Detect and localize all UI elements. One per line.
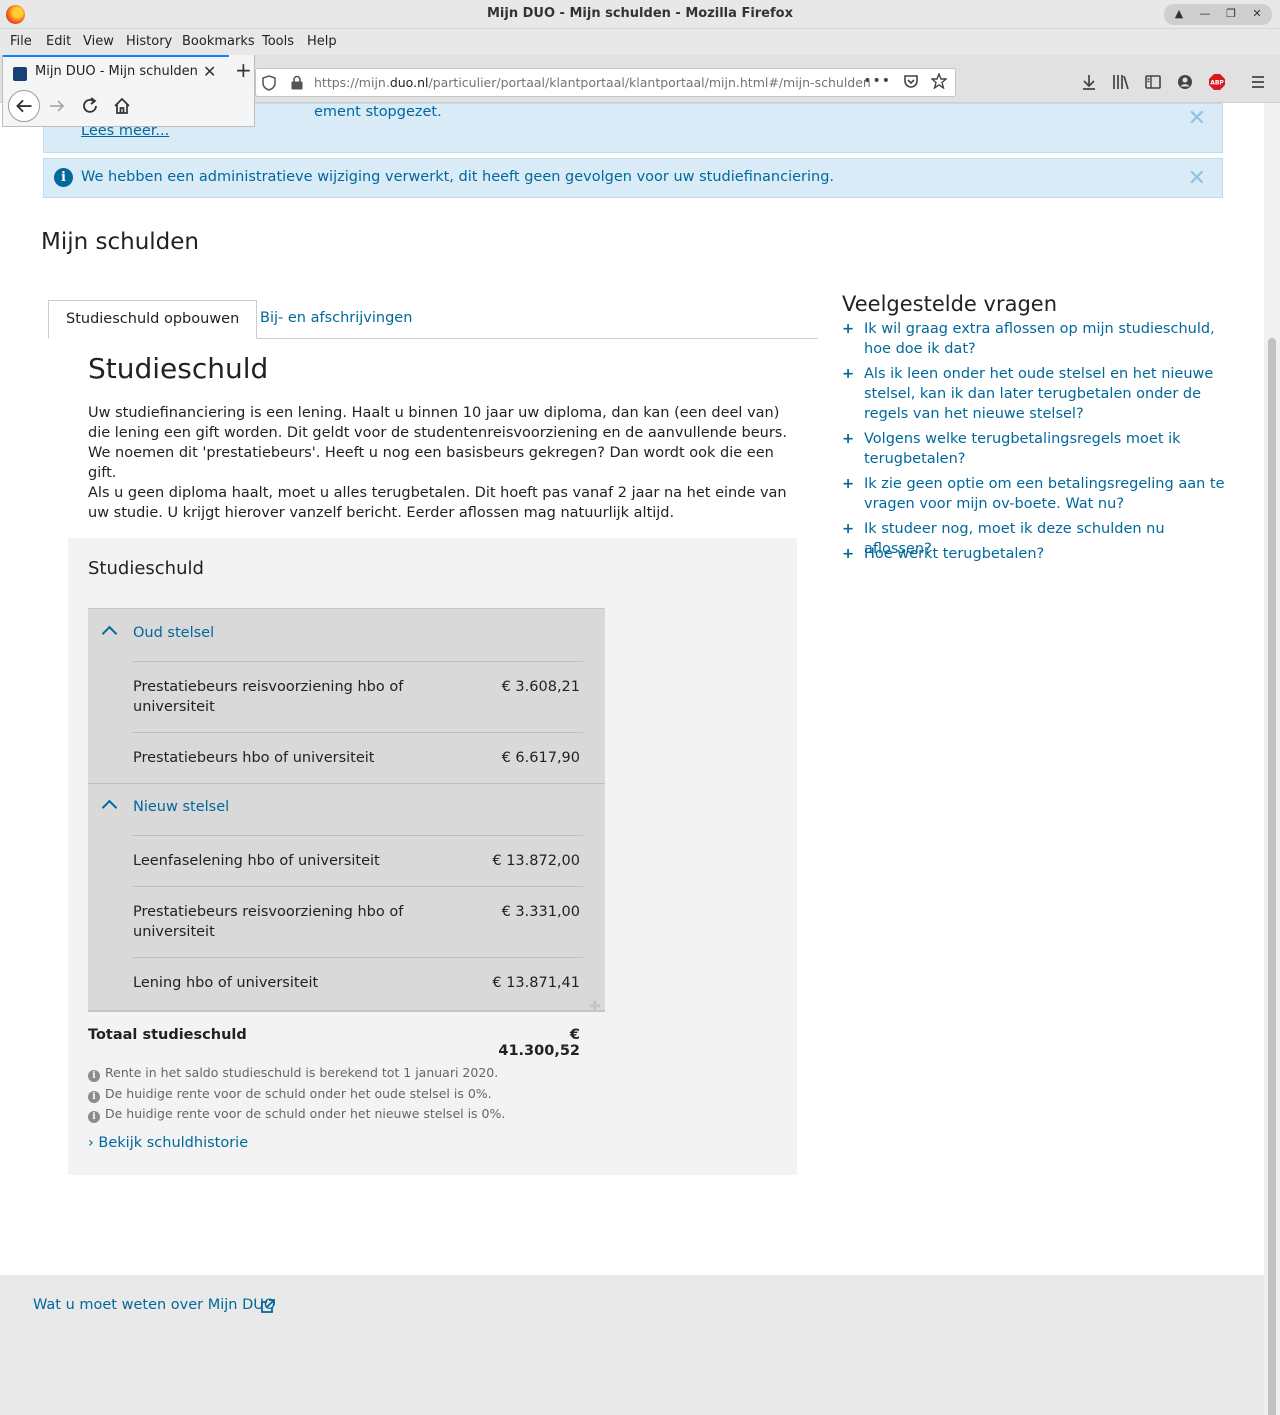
sidebar-icon[interactable]: [1144, 73, 1162, 91]
lock-icon[interactable]: [290, 75, 304, 90]
menu-history[interactable]: History: [126, 34, 172, 49]
duo-favicon-icon: [13, 67, 27, 81]
info-icon: i: [88, 1111, 100, 1123]
chevron-up-icon[interactable]: [101, 625, 118, 642]
plus-icon: +: [842, 321, 855, 337]
debt-row-label: Lening hbo of universiteit: [133, 975, 319, 991]
window-up-icon[interactable]: ▲: [1168, 4, 1190, 24]
interest-note: i Rente in het saldo studieschuld is bere…: [88, 1065, 498, 1082]
tab-close-icon[interactable]: ✕: [203, 62, 216, 81]
group-oud-stelsel[interactable]: Oud stelsel: [88, 609, 605, 661]
footer: Wat u moet weten over Mijn DUO: [0, 1275, 1264, 1415]
chevron-up-icon[interactable]: [101, 799, 118, 816]
tab-strip: Mijn DUO - Mijn schulden ✕ +: [2, 55, 255, 127]
tab-studieschuld-opbouwen[interactable]: Studieschuld opbouwen: [48, 300, 258, 339]
plus-icon: +: [842, 476, 855, 492]
window-minimize-icon[interactable]: —: [1194, 4, 1216, 24]
total-value: € 41.300,52: [498, 1027, 580, 1059]
group-nieuw-stelsel[interactable]: Nieuw stelsel: [88, 783, 605, 835]
plus-icon: +: [842, 521, 855, 537]
menu-bar: File Edit View History Bookmarks Tools H…: [0, 29, 1280, 55]
debt-row-value: € 6.617,90: [501, 750, 580, 766]
plus-icon: +: [842, 431, 855, 447]
chevron-right-icon: ›: [88, 1135, 99, 1151]
content-tabs: Studieschuld opbouwen Bij- en afschrijvi…: [48, 300, 818, 339]
debt-row: Lening hbo of universiteit € 13.871,41: [133, 957, 583, 1011]
resize-plus-icon: ✚: [589, 999, 601, 1015]
menu-bookmarks[interactable]: Bookmarks: [182, 34, 255, 49]
debt-breakdown: Oud stelsel Prestatiebeurs reisvoorzieni…: [88, 608, 605, 1010]
faq-title: Veelgestelde vragen: [842, 292, 1058, 316]
section-heading: Studieschuld: [88, 352, 269, 385]
library-icon[interactable]: [1112, 73, 1130, 91]
debt-row-value: € 13.872,00: [492, 853, 580, 869]
hamburger-menu-icon[interactable]: [1249, 73, 1267, 91]
alert-text: ement stopgezet.: [314, 104, 442, 120]
tab-title[interactable]: Mijn DUO - Mijn schulden: [35, 64, 198, 79]
interest-note: i De huidige rente voor de schuld onder h…: [88, 1106, 505, 1123]
download-icon[interactable]: [1080, 73, 1098, 91]
alert-text: We hebben een administratieve wijziging …: [81, 169, 835, 185]
menu-tools[interactable]: Tools: [262, 34, 294, 49]
adblock-plus-icon[interactable]: ABP: [1208, 73, 1226, 91]
window-close-icon[interactable]: ✕: [1246, 4, 1268, 24]
window-restore-icon[interactable]: ❐: [1220, 4, 1242, 24]
debt-row-label: Leenfaselening hbo of universiteit: [133, 853, 380, 869]
debt-row-value: € 13.871,41: [492, 975, 580, 991]
repayment-paragraph: Als u geen diploma haalt, moet u alles t…: [88, 485, 787, 521]
intro-paragraph: Uw studiefinanciering is een lening. Haa…: [88, 405, 787, 481]
debt-row-value: € 3.608,21: [501, 679, 580, 695]
menu-edit[interactable]: Edit: [46, 34, 71, 49]
page-actions-icon[interactable]: •••: [863, 73, 891, 89]
svg-text:ABP: ABP: [1210, 80, 1224, 87]
bookmark-star-icon[interactable]: [931, 73, 947, 89]
reload-icon[interactable]: [80, 96, 100, 116]
account-icon[interactable]: [1176, 73, 1194, 91]
info-icon: i: [54, 168, 73, 187]
plus-icon: +: [842, 366, 855, 382]
new-tab-icon[interactable]: +: [235, 58, 252, 82]
debt-row-label: Prestatiebeurs hbo of universiteit: [133, 750, 375, 766]
tracking-shield-icon[interactable]: [262, 75, 276, 91]
tab-bij-en-afschrijvingen[interactable]: Bij- en afschrijvingen: [243, 300, 429, 339]
window-title: Mijn DUO - Mijn schulden - Mozilla Firef…: [487, 6, 793, 21]
alert-banner-info: i We hebben een administratieve wijzigin…: [43, 158, 1223, 198]
debt-panel-title: Studieschuld: [88, 558, 204, 579]
page-title: Mijn schulden: [41, 229, 200, 255]
menu-view[interactable]: View: [83, 34, 114, 49]
close-icon[interactable]: ✕: [1188, 106, 1206, 131]
close-icon[interactable]: ✕: [1188, 166, 1206, 191]
menu-help[interactable]: Help: [307, 34, 337, 49]
info-icon: i: [88, 1070, 100, 1082]
debt-row-value: € 3.331,00: [501, 904, 580, 920]
debt-row: Prestatiebeurs reisvoorziening hbo of un…: [133, 886, 583, 957]
info-icon: i: [88, 1091, 100, 1103]
debt-history-link[interactable]: › Bekijk schuldhistorie: [88, 1135, 248, 1151]
window-titlebar: Mijn DUO - Mijn schulden - Mozilla Firef…: [0, 0, 1280, 29]
browser-tab[interactable]: Mijn DUO - Mijn schulden ✕: [3, 55, 229, 87]
group-label[interactable]: Nieuw stelsel: [133, 799, 229, 815]
footer-link[interactable]: Wat u moet weten over Mijn DUO: [33, 1297, 275, 1313]
scrollbar-thumb[interactable]: [1268, 338, 1276, 1415]
back-arrow-icon[interactable]: [8, 90, 40, 122]
scrollbar[interactable]: [1264, 103, 1280, 1415]
debt-panel: Studieschuld Oud stelsel Prestatiebeurs …: [68, 538, 797, 1175]
window-controls: ▲ — ❐ ✕: [1164, 4, 1272, 25]
home-icon[interactable]: [112, 96, 132, 116]
total-label: Totaal studieschuld: [88, 1027, 247, 1043]
url-text[interactable]: https://mijn.duo.nl/particulier/portaal/…: [314, 75, 871, 90]
debt-row: Prestatiebeurs reisvoorziening hbo of un…: [133, 661, 583, 732]
debt-row-label: Prestatiebeurs reisvoorziening hbo of un…: [133, 904, 404, 940]
plus-icon: +: [842, 546, 855, 562]
external-link-icon[interactable]: [260, 1298, 276, 1314]
url-bar[interactable]: https://mijn.duo.nl/particulier/portaal/…: [255, 68, 956, 97]
debt-row: Leenfaselening hbo of universiteit € 13.…: [133, 835, 583, 886]
interest-note: i De huidige rente voor de schuld onder h…: [88, 1086, 492, 1103]
menu-file[interactable]: File: [10, 34, 32, 49]
debt-row: Prestatiebeurs hbo of universiteit € 6.6…: [133, 732, 583, 783]
debt-row-label: Prestatiebeurs reisvoorziening hbo of un…: [133, 679, 404, 715]
pocket-icon[interactable]: [903, 73, 919, 89]
group-label[interactable]: Oud stelsel: [133, 625, 214, 641]
forward-arrow-icon[interactable]: [47, 96, 67, 116]
